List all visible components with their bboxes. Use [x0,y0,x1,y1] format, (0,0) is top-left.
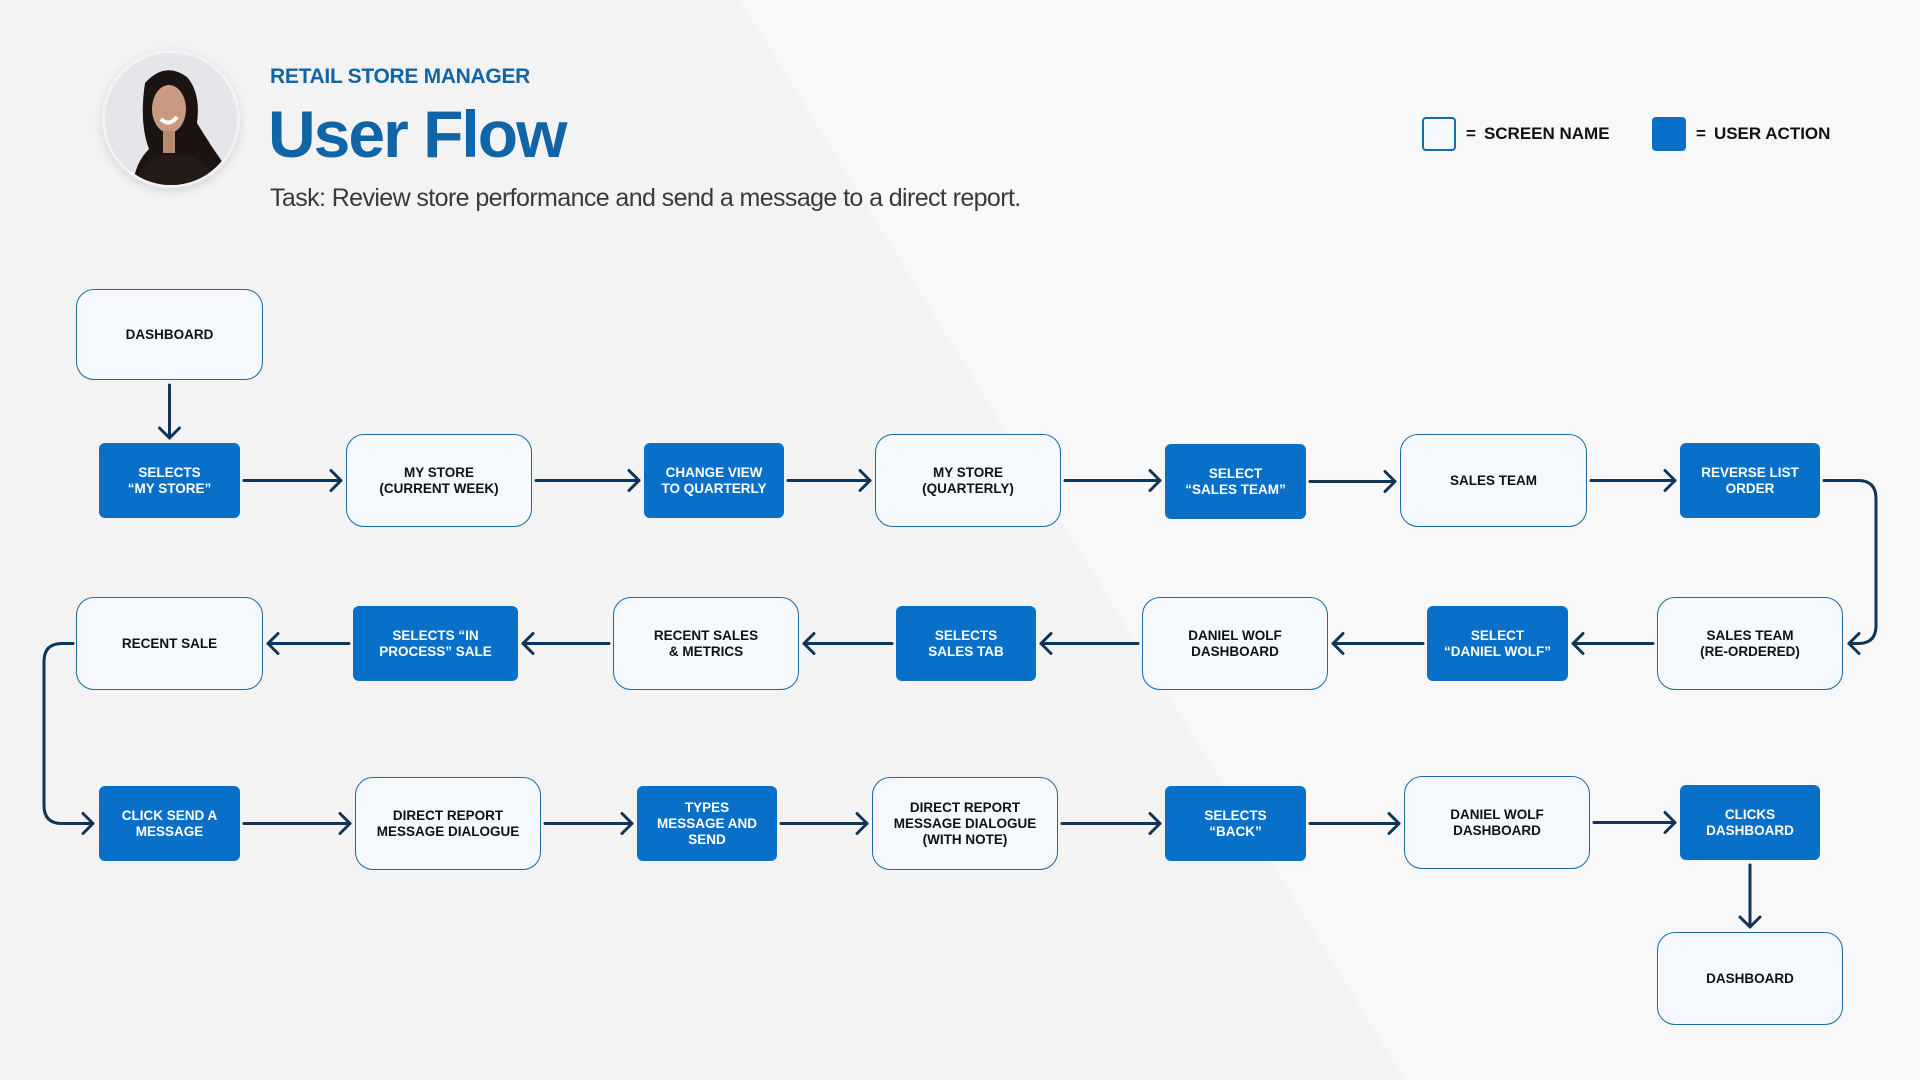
action-node: TYPES MESSAGE AND SEND [637,786,777,861]
screen-node: DIRECT REPORT MESSAGE DIALOGUE (WITH NOT… [872,777,1058,870]
screen-node: RECENT SALES & METRICS [613,597,799,690]
screen-node: SALES TEAM (RE-ORDERED) [1657,597,1843,690]
screen-node: DASHBOARD [76,289,263,380]
screen-node: DIRECT REPORT MESSAGE DIALOGUE [355,777,541,870]
action-node: CHANGE VIEW TO QUARTERLY [644,443,784,518]
flow-connectors [42,383,1878,929]
screen-node: DANIEL WOLF DASHBOARD [1142,597,1328,690]
screen-node: MY STORE (CURRENT WEEK) [346,434,532,527]
screen-node: RECENT SALE [76,597,263,690]
action-node: CLICKS DASHBOARD [1680,785,1820,860]
action-node: SELECTS SALES TAB [896,606,1036,681]
action-node: SELECTS “MY STORE” [99,443,240,518]
action-node: REVERSE LIST ORDER [1680,443,1820,518]
screen-node: MY STORE (QUARTERLY) [875,434,1061,527]
action-node: CLICK SEND A MESSAGE [99,786,240,861]
screen-node: DASHBOARD [1657,932,1843,1025]
action-node: SELECT “SALES TEAM” [1165,444,1306,519]
action-node: SELECT “DANIEL WOLF” [1427,606,1568,681]
screen-node: SALES TEAM [1400,434,1587,527]
screen-node: DANIEL WOLF DASHBOARD [1404,776,1590,869]
action-node: SELECTS “BACK” [1165,786,1306,861]
action-node: SELECTS “IN PROCESS” SALE [353,606,518,681]
